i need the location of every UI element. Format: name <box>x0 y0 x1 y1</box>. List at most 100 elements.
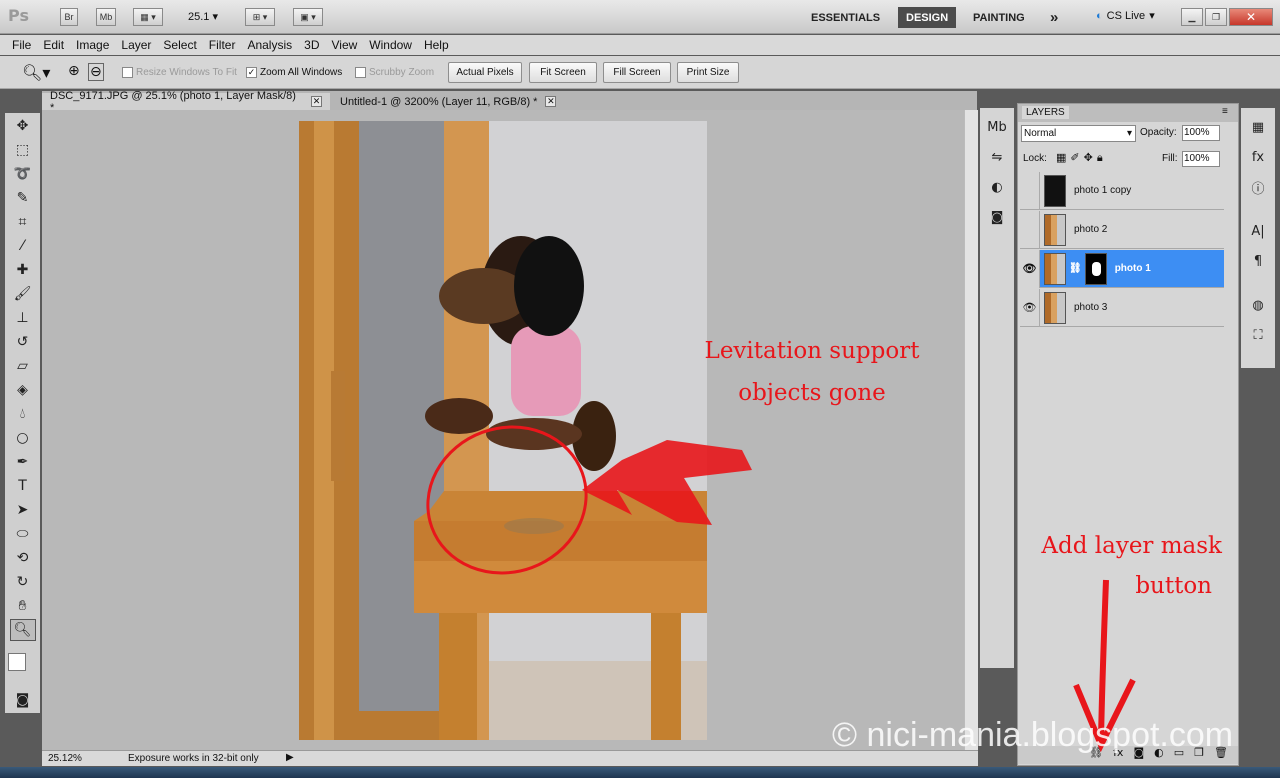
dodge-tool-icon[interactable]: ○ <box>10 427 36 449</box>
path-selection-icon[interactable]: ➤ <box>10 499 36 521</box>
panel-menu-icon[interactable]: ≡ <box>1222 106 1228 117</box>
3d-icon[interactable]: ◍ <box>1246 294 1270 316</box>
view-extras-button[interactable]: ▦ ▾ <box>133 8 163 26</box>
menu-select[interactable]: Select <box>157 38 202 52</box>
pen-tool-icon[interactable]: ✒ <box>10 451 36 473</box>
layer-row-selected[interactable]: 👁︎ ⛓︎ photo 1 <box>1020 249 1224 288</box>
menu-filter[interactable]: Filter <box>203 38 242 52</box>
layer-row[interactable]: photo 1 copy <box>1020 171 1224 210</box>
foreground-color-swatch[interactable] <box>8 653 26 671</box>
tab-label: Untitled-1 @ 3200% (Layer 11, RGB/8) * <box>340 95 538 108</box>
visibility-toggle[interactable] <box>1020 210 1040 249</box>
opacity-input[interactable]: 100% <box>1182 125 1220 141</box>
mini-bridge-icon[interactable]: Mb <box>985 116 1009 138</box>
layer-mask-thumbnail[interactable] <box>1084 252 1107 285</box>
color-swatches[interactable] <box>5 647 40 687</box>
right-panel-dock: ▦ fx ⓘ A| ¶ ◍ ⛶ <box>1241 108 1275 368</box>
move-tool-icon[interactable]: ✥ <box>10 115 36 137</box>
adjustments-icon[interactable]: ◐ <box>985 176 1009 198</box>
blur-tool-icon[interactable]: 💧︎ <box>10 403 36 425</box>
menu-layer[interactable]: Layer <box>115 38 157 52</box>
ellipse-tool-icon[interactable]: ⬭ <box>10 523 36 545</box>
styles-icon[interactable]: fx <box>1246 146 1270 168</box>
menu-image[interactable]: Image <box>70 38 115 52</box>
lasso-tool-icon[interactable]: ➰ <box>10 163 36 185</box>
hand-tool-icon[interactable]: ✋︎ <box>10 595 36 617</box>
status-menu-icon[interactable]: ▶ <box>286 752 294 763</box>
layers-tab[interactable]: LAYERS <box>1022 106 1069 119</box>
quick-mask-icon[interactable]: ◙ <box>10 689 36 711</box>
close-tab-icon[interactable]: ✕ <box>545 96 557 107</box>
menu-3d[interactable]: 3D <box>298 38 325 52</box>
mini-bridge-button[interactable]: Mb <box>96 8 116 26</box>
document-info[interactable]: Exposure works in 32-bit only <box>128 753 259 764</box>
bridge-button[interactable]: Br <box>60 8 78 26</box>
3d-rotate-icon[interactable]: ⟲ <box>10 547 36 569</box>
healing-brush-icon[interactable]: ✚ <box>10 259 36 281</box>
paragraph-icon[interactable]: ¶ <box>1246 250 1270 272</box>
arrange-documents-button[interactable]: ⊞ ▾ <box>245 8 275 26</box>
transform-icon[interactable]: ⛶ <box>1246 324 1270 346</box>
workspace-essentials[interactable]: ESSENTIALS <box>803 7 888 28</box>
workspace-overflow-button[interactable]: » <box>1042 7 1066 28</box>
screen-mode-button[interactable]: ▣ ▾ <box>293 8 323 26</box>
actual-pixels-button[interactable]: Actual Pixels <box>448 62 522 83</box>
history-brush-icon[interactable]: ↺ <box>10 331 36 353</box>
close-tab-icon[interactable]: ✕ <box>311 96 322 107</box>
visibility-toggle[interactable] <box>1020 171 1040 210</box>
quick-selection-icon[interactable]: ✎ <box>10 187 36 209</box>
link-icon[interactable]: ⛓︎ <box>1069 263 1082 274</box>
close-icon[interactable]: ✕ <box>1229 8 1273 26</box>
zoom-out-icon[interactable]: ⊖ <box>88 63 104 81</box>
layer-row[interactable]: photo 2 <box>1020 210 1224 249</box>
character-icon[interactable]: A| <box>1246 220 1270 242</box>
options-bar: 🔍︎▾ ⊕ ⊖ Resize Windows To Fit ✓ Zoom All … <box>0 56 1280 89</box>
masks-icon[interactable]: ◙ <box>985 206 1009 228</box>
fill-input[interactable]: 100% <box>1182 151 1220 167</box>
zoom-tool-preset-icon[interactable]: 🔍︎▾ <box>22 63 50 82</box>
tab-dsc-9171[interactable]: DSC_9171.JPG @ 25.1% (photo 1, Layer Mas… <box>42 90 330 114</box>
lock-options-icons[interactable]: ▦✐✥🔒︎ <box>1056 151 1107 165</box>
menu-edit[interactable]: Edit <box>37 38 70 52</box>
vertical-scrollbar[interactable] <box>964 110 978 750</box>
document-canvas[interactable]: Levitation support objects gone <box>42 110 964 750</box>
marquee-tool-icon[interactable]: ⬚ <box>10 139 36 161</box>
paint-bucket-icon[interactable]: ◈ <box>10 379 36 401</box>
zoom-tool-icon[interactable]: 🔍︎ <box>9 619 36 641</box>
resize-windows-checkbox[interactable]: Resize Windows To Fit <box>122 67 237 78</box>
eye-icon[interactable]: 👁︎ <box>1020 249 1040 288</box>
fill-screen-button[interactable]: Fill Screen <box>603 62 671 83</box>
minimize-button[interactable]: ▁ <box>1181 8 1203 26</box>
eyedropper-icon[interactable]: ⁄ <box>10 235 36 257</box>
zoom-percentage[interactable]: 25.12% <box>48 753 82 764</box>
fit-screen-button[interactable]: Fit Screen <box>529 62 597 83</box>
menu-analysis[interactable]: Analysis <box>241 38 298 52</box>
clone-stamp-icon[interactable]: ⊥ <box>10 307 36 329</box>
menu-view[interactable]: View <box>325 38 363 52</box>
levitation-annotation-line1: Levitation support <box>704 338 920 364</box>
eye-icon[interactable]: 👁︎ <box>1020 288 1040 327</box>
zoom-in-icon[interactable]: ⊕ <box>68 63 80 79</box>
history-icon[interactable]: ⇋ <box>985 146 1009 168</box>
zoom-level-dropdown[interactable]: 25.1 ▾ <box>188 10 218 23</box>
info-icon[interactable]: ⓘ <box>1246 176 1270 198</box>
menu-help[interactable]: Help <box>418 38 455 52</box>
menu-window[interactable]: Window <box>363 38 418 52</box>
workspace-painting[interactable]: PAINTING <box>965 7 1033 28</box>
restore-button[interactable]: ❐ <box>1205 8 1227 26</box>
type-tool-icon[interactable]: T <box>10 475 36 497</box>
swatches-icon[interactable]: ▦ <box>1246 116 1270 138</box>
crop-tool-icon[interactable]: ⌗ <box>10 211 36 233</box>
menu-file[interactable]: File <box>6 38 37 52</box>
scrubby-zoom-checkbox[interactable]: Scrubby Zoom <box>355 67 434 78</box>
workspace-design[interactable]: DESIGN <box>898 7 957 28</box>
tab-untitled-1[interactable]: Untitled-1 @ 3200% (Layer 11, RGB/8) * ✕ <box>332 93 568 110</box>
cs-live-menu[interactable]: ◐ CS Live ▾ <box>1096 9 1155 23</box>
zoom-all-windows-checkbox[interactable]: ✓ Zoom All Windows <box>246 67 342 78</box>
print-size-button[interactable]: Print Size <box>677 62 739 83</box>
layer-row[interactable]: 👁︎ photo 3 <box>1020 288 1224 327</box>
blend-mode-select[interactable]: Normal ▾ <box>1021 125 1136 142</box>
3d-orbit-icon[interactable]: ↻ <box>10 571 36 593</box>
brush-tool-icon[interactable]: 🖌︎ <box>10 283 36 305</box>
eraser-icon[interactable]: ▱ <box>10 355 36 377</box>
